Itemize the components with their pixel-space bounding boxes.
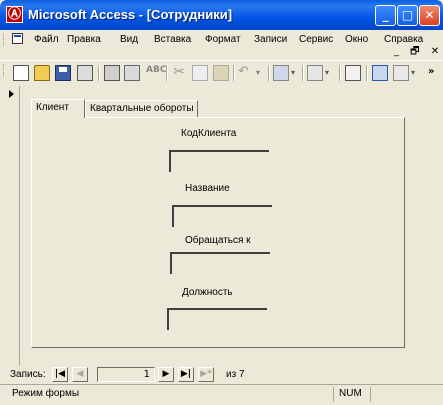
form-icon[interactable]	[307, 65, 323, 81]
toolbar-separator	[98, 65, 100, 81]
toolbar-separator	[166, 65, 168, 81]
toolbar-separator	[302, 65, 304, 81]
menu-item-insert[interactable]: Вставка	[154, 34, 191, 45]
print-icon[interactable]	[104, 65, 120, 81]
view-dropdown-icon[interactable]: ▾	[291, 65, 299, 81]
save-icon[interactable]	[55, 65, 71, 81]
toolbar: ABC ✂ ↶ ▾ ▾ ▾ ▾ »	[0, 60, 443, 86]
menu-bar: Файл Правка Вид Вставка Формат Записи Се…	[0, 30, 443, 49]
new-object-dropdown-icon[interactable]: ▾	[411, 65, 419, 81]
field-label-name: Название	[185, 183, 230, 194]
current-record-input[interactable]: 1	[97, 367, 155, 382]
view-icon[interactable]	[273, 65, 289, 81]
toolbar-separator	[366, 65, 368, 81]
first-record-button[interactable]: |◀	[52, 367, 68, 382]
menu-item-view[interactable]: Вид	[120, 34, 138, 45]
menu-item-records[interactable]: Записи	[254, 34, 287, 45]
toolbar-overflow-icon[interactable]: »	[428, 65, 438, 81]
field-input-position[interactable]	[167, 308, 267, 330]
record-label: Запись:	[10, 369, 46, 380]
status-bar: Режим формы NUM	[0, 384, 443, 405]
open-icon[interactable]	[34, 65, 50, 81]
status-mode: Режим формы	[12, 388, 80, 399]
record-navigation-bar: Запись: |◀ ◀ 1 ▶ ▶| ▶* из 7	[0, 366, 443, 384]
copy-icon[interactable]	[192, 65, 208, 81]
form-dropdown-icon[interactable]: ▾	[325, 65, 333, 81]
undo-dropdown-icon[interactable]: ▾	[256, 65, 264, 81]
status-num-lock: NUM	[339, 388, 362, 399]
next-record-button[interactable]: ▶	[158, 367, 174, 382]
undo-icon[interactable]: ↶	[238, 65, 254, 81]
menu-item-window[interactable]: Окно	[345, 34, 368, 45]
cut-icon[interactable]: ✂	[171, 65, 187, 81]
field-input-client-id[interactable]	[169, 150, 269, 172]
record-count: из 7	[226, 369, 245, 380]
field-input-name[interactable]	[172, 205, 272, 227]
window-title: Microsoft Access - [Сотрудники]	[28, 7, 233, 22]
minimize-button[interactable]: _	[375, 5, 396, 26]
previous-record-button[interactable]: ◀	[72, 367, 88, 382]
spelling-icon[interactable]: ABC	[146, 65, 166, 81]
mdi-window-controls[interactable]: _ 🗗 ✕	[394, 44, 443, 61]
new-object-icon[interactable]	[393, 65, 409, 81]
properties-icon[interactable]	[345, 65, 361, 81]
print-preview-icon[interactable]	[77, 65, 93, 81]
toolbar-separator	[233, 65, 235, 81]
print-preview2-icon[interactable]	[124, 65, 140, 81]
relationships-icon[interactable]	[372, 65, 388, 81]
paste-icon[interactable]	[213, 65, 229, 81]
toolbar-separator	[339, 65, 341, 81]
current-record-arrow-icon	[9, 90, 14, 98]
field-label-position: Должность	[182, 287, 233, 298]
status-separator	[370, 387, 371, 402]
last-record-button[interactable]: ▶|	[178, 367, 194, 382]
menu-grip-icon[interactable]	[3, 33, 7, 46]
menu-item-file[interactable]: Файл	[34, 34, 59, 45]
document-control-icon[interactable]	[12, 33, 23, 44]
field-input-contact[interactable]	[170, 252, 270, 274]
status-separator	[333, 387, 334, 402]
record-selector[interactable]	[5, 86, 20, 366]
tab-client[interactable]: Клиент	[31, 99, 85, 118]
title-bar: Ⓐ Microsoft Access - [Сотрудники] _ □ ✕	[0, 0, 443, 30]
access-app-icon[interactable]: Ⓐ	[6, 6, 23, 23]
menu-item-format[interactable]: Формат	[205, 34, 241, 45]
new-icon[interactable]	[13, 65, 29, 81]
tab-quarterly-turnover[interactable]: Квартальные обороты	[85, 100, 198, 117]
field-label-client-id: КодКлиента	[181, 128, 237, 139]
toolbar-grip-icon[interactable]	[3, 64, 7, 77]
toolbar-separator	[268, 65, 270, 81]
new-record-button[interactable]: ▶*	[198, 367, 214, 382]
maximize-button[interactable]: □	[397, 5, 418, 26]
close-button[interactable]: ✕	[419, 5, 440, 26]
menu-item-tools[interactable]: Сервис	[299, 34, 333, 45]
field-label-contact: Обращаться к	[185, 235, 251, 246]
menu-item-edit[interactable]: Правка	[67, 34, 101, 45]
